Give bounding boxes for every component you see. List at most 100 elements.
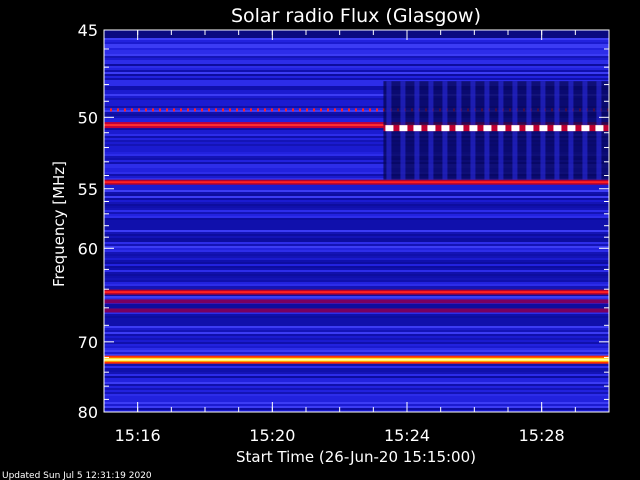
band-dot xyxy=(208,108,210,112)
spectrum-row xyxy=(104,188,609,190)
band-dot xyxy=(180,108,182,112)
band-dot xyxy=(376,108,378,112)
burst-white-dash xyxy=(455,125,464,132)
spectrum-row xyxy=(104,404,609,406)
spectrum-row xyxy=(104,368,609,370)
band-dot xyxy=(173,108,175,112)
spectrum-row xyxy=(104,214,609,216)
spectrum-row xyxy=(104,278,609,280)
spectrum-row xyxy=(104,400,609,402)
y-axis-label: Frequency [MHz] xyxy=(50,161,68,287)
band-dot xyxy=(243,108,245,112)
burst-region xyxy=(383,81,609,180)
band-64.3 xyxy=(104,291,609,294)
spectrum-row xyxy=(104,48,609,50)
spectrum-row xyxy=(104,276,609,278)
spectrum-row xyxy=(104,240,609,242)
band-dot xyxy=(166,108,168,112)
y-tick-label: 80 xyxy=(78,403,98,422)
band-dot xyxy=(334,108,336,112)
spectrum-row xyxy=(104,334,609,336)
spectrum-row xyxy=(104,338,609,340)
x-axis-label: Start Time (26-Jun-20 15:15:00) xyxy=(236,448,476,466)
band-dot xyxy=(362,108,364,112)
spectrum-row xyxy=(104,212,609,214)
spectrum-row xyxy=(104,284,609,286)
burst-white-dash xyxy=(525,125,534,132)
spectrum-row xyxy=(104,322,609,324)
spectrum-row xyxy=(104,228,609,230)
burst-white-dash xyxy=(595,125,604,132)
y-tick-label: 55 xyxy=(78,180,98,199)
spectrum-row xyxy=(104,204,609,206)
spectrum-row xyxy=(104,326,609,328)
band-dot xyxy=(299,108,301,112)
spectrum-row xyxy=(104,234,609,236)
band-dot xyxy=(320,108,322,112)
spectrum-row xyxy=(104,244,609,246)
spectrum-row xyxy=(104,332,609,334)
band-dot xyxy=(369,108,371,112)
spectrum-row xyxy=(104,46,609,48)
spectrum-row xyxy=(104,42,609,44)
band-dot xyxy=(236,108,238,112)
burst-white-dash xyxy=(399,125,408,132)
spectrum-row xyxy=(104,398,609,400)
spectrum-row xyxy=(104,198,609,200)
band-dot xyxy=(348,108,350,112)
spectrum-row xyxy=(104,306,609,308)
spectrum-row xyxy=(104,348,609,350)
x-tick-label: 15:20 xyxy=(249,426,295,445)
spectrum-row xyxy=(104,68,609,70)
spectrum-row xyxy=(104,316,609,318)
burst-white-dash xyxy=(511,125,520,132)
burst-white-dash xyxy=(581,125,590,132)
burst-white-dash xyxy=(539,125,548,132)
spectrum-row xyxy=(104,38,609,40)
spectrum-row xyxy=(104,406,609,408)
spectrum-row xyxy=(104,262,609,264)
spectrum-row xyxy=(104,380,609,382)
spectrum-row xyxy=(104,242,609,244)
burst-white-dash xyxy=(497,125,506,132)
band-dot xyxy=(313,108,315,112)
band-dot xyxy=(327,108,329,112)
spectrum-row xyxy=(104,230,609,232)
chart-title: Solar radio Flux (Glasgow) xyxy=(231,5,481,27)
spectrum-row xyxy=(104,324,609,326)
spectrum-row xyxy=(104,54,609,56)
spectrum-row xyxy=(104,260,609,262)
spectrum-row xyxy=(104,76,609,78)
spectrum-row xyxy=(104,266,609,268)
band-dot xyxy=(110,108,112,112)
band-dot xyxy=(145,108,147,112)
band-dot xyxy=(194,108,196,112)
spectrum-row xyxy=(104,344,609,346)
band-dot xyxy=(215,108,217,112)
burst-white-dash xyxy=(553,125,562,132)
spectrum-row xyxy=(104,202,609,204)
spectrum-row xyxy=(104,318,609,320)
spectrum-row xyxy=(104,296,609,298)
band-dot xyxy=(117,108,119,112)
spectrum-row xyxy=(104,40,609,42)
spectrum-row xyxy=(104,200,609,202)
spectrum-row xyxy=(104,248,609,250)
spectrum-row xyxy=(104,286,609,288)
spectrum-row xyxy=(104,268,609,270)
burst-white-dash xyxy=(413,125,422,132)
updated-timestamp: Updated Sun Jul 5 12:31:19 2020 xyxy=(2,471,152,480)
spectrum-row xyxy=(104,408,609,410)
band-dot xyxy=(229,108,231,112)
spectrum-row xyxy=(104,336,609,338)
band-dot xyxy=(124,108,126,112)
spectrum-row xyxy=(104,196,609,198)
spectrum-row xyxy=(104,272,609,274)
spectrum-row xyxy=(104,364,609,366)
spectrum-row xyxy=(104,264,609,266)
spectrum-row xyxy=(104,222,609,224)
spectrum-row xyxy=(104,56,609,58)
spectrum-row xyxy=(104,50,609,52)
spectrum-row xyxy=(104,392,609,394)
spectrum-row xyxy=(104,402,609,404)
